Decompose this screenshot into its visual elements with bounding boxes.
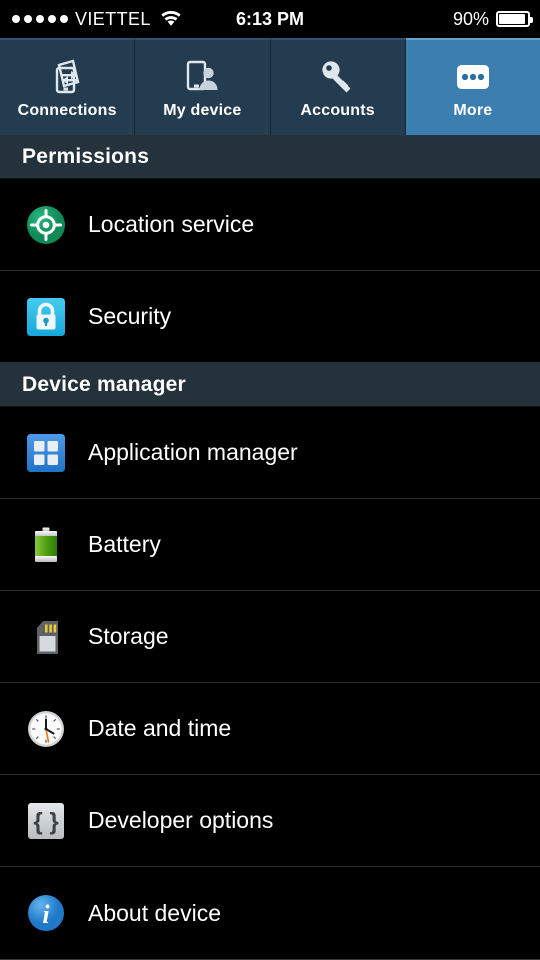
list-item-developer-options[interactable]: { } Developer options (0, 775, 540, 867)
list-item-label: Storage (88, 623, 169, 649)
tab-accounts[interactable]: Accounts (270, 38, 406, 135)
tab-connections-label: Connections (17, 102, 117, 119)
application-manager-icon (24, 431, 68, 475)
accounts-key-icon (317, 55, 359, 99)
svg-text:i: i (42, 900, 50, 929)
list-item-label: Date and time (88, 715, 232, 741)
settings-tab-bar: Connections My device Accounts More (0, 38, 540, 135)
list-item-label: Battery (88, 531, 161, 557)
list-item-label: Location service (88, 211, 255, 237)
list-item-security[interactable]: Security (0, 271, 540, 363)
svg-text:{ }: { } (33, 808, 58, 835)
battery-icon (496, 11, 533, 27)
about-device-info-icon: i (24, 891, 68, 935)
connections-icon (46, 55, 88, 99)
list-item-location-service[interactable]: Location service (0, 179, 540, 271)
list-item-about-device[interactable]: i About device (0, 867, 540, 959)
section-title: Device manager (22, 372, 186, 396)
wifi-icon (160, 10, 182, 27)
location-service-icon (24, 203, 68, 247)
status-bar-left: VIETTEL (0, 9, 182, 30)
battery-percent-label: 90% (452, 8, 489, 29)
signal-dots-icon (12, 15, 68, 23)
security-lock-icon (24, 295, 68, 339)
tab-more[interactable]: More (405, 38, 540, 135)
more-dots-icon (452, 55, 494, 99)
clock-icon (24, 707, 68, 751)
section-title: Permissions (22, 144, 150, 168)
storage-sdcard-icon (24, 615, 68, 659)
list-item-label: About device (88, 899, 221, 926)
status-bar: VIETTEL 6:13 PM 90% (0, 0, 540, 38)
my-device-icon (181, 55, 223, 99)
status-bar-right: 90% (453, 9, 540, 30)
settings-screen: VIETTEL 6:13 PM 90% Connections My devic… (0, 0, 540, 960)
tab-more-label: More (453, 102, 493, 119)
tab-accounts-label: Accounts (300, 102, 375, 119)
developer-options-braces-icon: { } (24, 799, 68, 843)
tab-connections[interactable]: Connections (0, 38, 136, 135)
list-item-battery[interactable]: Battery (0, 499, 540, 591)
list-item-label: Security (88, 303, 172, 329)
list-item-label: Application manager (88, 439, 298, 465)
list-item-application-manager[interactable]: Application manager (0, 407, 540, 499)
list-item-storage[interactable]: Storage (0, 591, 540, 683)
list-item-date-and-time[interactable]: Date and time (0, 683, 540, 775)
list-item-label: Developer options (88, 807, 274, 833)
carrier-name: VIETTEL (75, 8, 151, 29)
section-header-permissions: Permissions (0, 135, 540, 179)
tab-my-device-label: My device (163, 102, 242, 119)
battery-status-icon (24, 523, 68, 567)
tab-my-device[interactable]: My device (135, 38, 271, 135)
section-header-device-manager: Device manager (0, 363, 540, 407)
